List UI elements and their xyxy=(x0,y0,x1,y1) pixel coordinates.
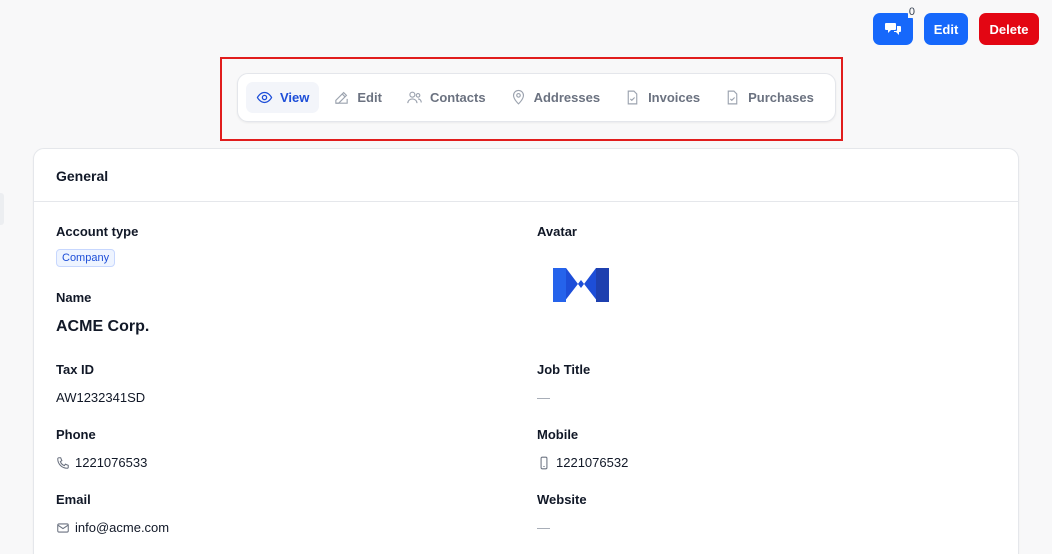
field-tax-id: Tax ID AW1232341SD xyxy=(56,362,145,405)
account-type-badge: Company xyxy=(56,249,116,267)
job-title-value: — xyxy=(537,390,550,405)
email-link[interactable]: info@acme.com xyxy=(75,520,169,535)
tab-purchases[interactable]: Purchases xyxy=(714,82,824,113)
field-label: Avatar xyxy=(537,224,577,239)
field-label: Mobile xyxy=(537,427,579,442)
field-job-title: Job Title — xyxy=(537,362,590,405)
chat-bubbles-icon xyxy=(885,23,901,35)
tab-contacts-label: Contacts xyxy=(429,90,486,105)
field-phone: Phone 1221076533 xyxy=(56,427,147,470)
phone-link[interactable]: 1221076533 xyxy=(75,455,147,470)
field-label: Website xyxy=(537,492,587,507)
tab-addresses-label: Addresses xyxy=(533,90,601,105)
header-actions: 0 Edit Delete xyxy=(873,6,1039,45)
field-website: Website — xyxy=(537,492,587,535)
field-label: Name xyxy=(56,290,92,305)
general-section-card: General Account type Company Avatar Name… xyxy=(33,148,1019,554)
edit-button[interactable]: Edit xyxy=(924,13,968,45)
record-tabs: View Edit Contacts Addresses Invoices Pu… xyxy=(237,73,836,122)
field-label: Account type xyxy=(56,224,139,239)
phone-value-row: 1221076533 xyxy=(56,455,147,470)
tab-invoices[interactable]: Invoices xyxy=(614,82,710,113)
document-check-icon xyxy=(727,90,738,105)
mobile-phone-icon xyxy=(540,456,548,469)
delete-button[interactable]: Delete xyxy=(979,13,1039,45)
envelope-icon xyxy=(57,522,69,533)
website-value: — xyxy=(537,520,550,535)
section-title: General xyxy=(34,149,1018,202)
mobile-link[interactable]: 1221076532 xyxy=(556,455,628,470)
tab-view[interactable]: View xyxy=(246,82,320,113)
tab-edit-label: Edit xyxy=(357,90,382,105)
email-value-row: info@acme.com xyxy=(56,520,169,535)
phone-icon xyxy=(57,456,69,469)
comments-button[interactable]: 0 xyxy=(873,6,916,45)
field-avatar: Avatar xyxy=(537,224,610,304)
comments-count-badge: 0 xyxy=(907,6,916,18)
sidebar-collapse-handle[interactable] xyxy=(0,193,4,225)
field-name: Name ACME Corp. xyxy=(56,290,149,336)
field-email: Email info@acme.com xyxy=(56,492,169,535)
tab-contacts[interactable]: Contacts xyxy=(396,82,496,113)
tax-id-value: AW1232341SD xyxy=(56,390,146,405)
document-check-icon xyxy=(627,90,638,105)
map-pin-icon xyxy=(512,89,524,105)
pencil-square-icon xyxy=(335,91,349,104)
tab-view-label: View xyxy=(280,90,310,105)
field-mobile: Mobile 1221076532 xyxy=(537,427,628,470)
field-account-type: Account type Company xyxy=(56,224,138,267)
field-label: Phone xyxy=(56,427,96,442)
company-logo xyxy=(553,268,609,302)
field-label: Email xyxy=(56,492,91,507)
tab-purchases-label: Purchases xyxy=(748,90,814,105)
tab-addresses[interactable]: Addresses xyxy=(500,82,610,113)
tab-edit[interactable]: Edit xyxy=(323,82,392,113)
mobile-value-row: 1221076532 xyxy=(537,455,628,470)
users-icon xyxy=(407,91,422,104)
eye-icon xyxy=(256,91,273,104)
field-label: Job Title xyxy=(537,362,591,377)
avatar xyxy=(553,264,610,304)
field-label: Tax ID xyxy=(56,362,95,377)
tab-invoices-label: Invoices xyxy=(648,90,701,105)
name-value: ACME Corp. xyxy=(56,318,150,335)
